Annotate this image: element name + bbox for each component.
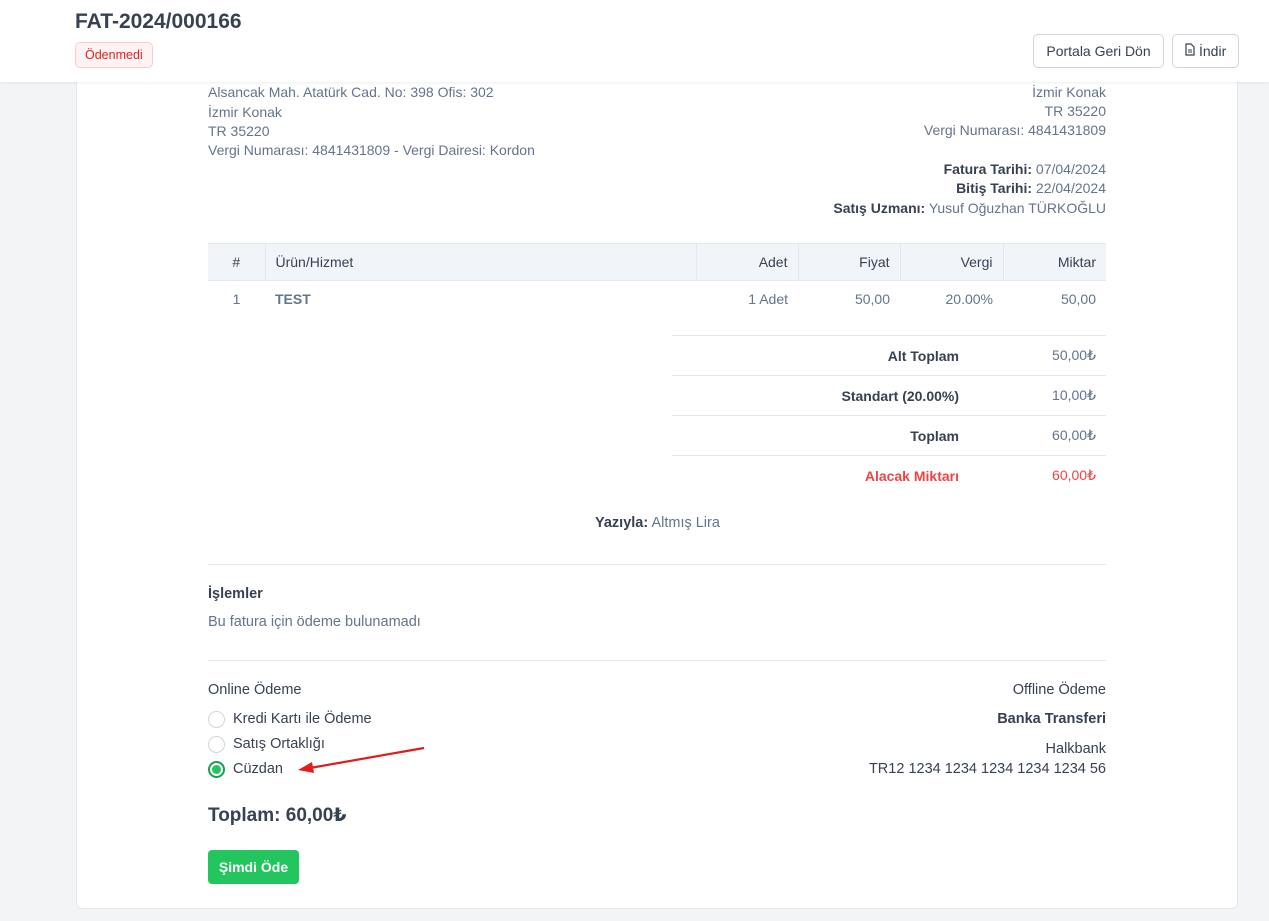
divider [208,660,1106,661]
col-tax: Vergi [899,243,1003,281]
totals-block: Alt Toplam 50,00₺ Standart (20.00%) 10,0… [672,335,1106,495]
subtotal-label: Alt Toplam [887,347,959,364]
buyer-tax: Vergi Numarası: 4841431809 [923,122,1106,138]
amount-due-value: 60,00₺ [1052,467,1096,483]
amount-in-words: Yazıyla: Altmış Lira [595,514,720,533]
payment-total: Toplam: 60,00₺ [208,805,347,826]
seller-postal: TR 35220 [208,123,270,139]
items-table: # Ürün/Hizmet Adet Fiyat Vergi Miktar 1 … [208,243,1106,317]
top-bar: FAT-2024/000166 Ödenmedi Portala Geri Dö… [0,0,1269,82]
total-label: Toplam [910,427,959,444]
subtotal-value: 50,00₺ [1052,347,1096,363]
amount-due-label: Alacak Miktarı [864,467,959,484]
status-badge: Ödenmedi [75,42,153,68]
annotation-arrow [298,746,425,773]
radio-wallet[interactable] [208,761,225,778]
tax-row: Standart (20.00%) 10,00₺ [672,375,1106,415]
col-qty: Adet [695,243,798,281]
row-qty: 1 Adet [748,290,788,307]
transactions-title: İşlemler [208,586,263,602]
divider [208,564,1106,565]
total-value: 60,00₺ [1052,427,1096,443]
buyer-city: İzmir Konak [1032,84,1106,100]
row-tax: 20.00% [945,290,993,307]
seller-tax: Vergi Numarası: 4841431809 - Vergi Daire… [208,142,535,158]
radio-credit-card[interactable] [208,711,225,728]
seller-address: Alsancak Mah. Atatürk Cad. No: 398 Ofis:… [208,84,494,100]
sales-rep-label: Satış Uzmanı: [833,200,926,216]
radio-credit-card-label[interactable]: Kredi Kartı ile Ödeme [233,711,372,727]
due-date-label: Bitiş Tarihi: [956,180,1033,196]
sales-rep: Satış Uzmanı: Yusuf Oğuzhan TÜRKOĞLU [833,199,1106,218]
radio-wallet-label[interactable]: Cüzdan [233,761,283,777]
tax-value: 10,00₺ [1052,387,1096,403]
download-button[interactable]: İndir [1172,34,1239,68]
row-product: TEST [275,290,311,307]
back-to-portal-button[interactable]: Portala Geri Dön [1033,34,1164,68]
radio-affiliate[interactable] [208,736,225,753]
in-words-value: Altmış Lira [651,515,720,531]
due-date: Bitiş Tarihi: 22/04/2024 [956,179,1106,198]
table-header-row: # Ürün/Hizmet Adet Fiyat Vergi Miktar [208,243,1106,281]
pdf-icon [1184,35,1196,67]
invoice-number: FAT-2024/000166 [75,10,242,33]
invoice-date: Fatura Tarihi: 07/04/2024 [944,160,1106,179]
due-date-value: 22/04/2024 [1035,180,1106,196]
tax-label: Standart (20.00%) [841,387,959,404]
sales-rep-value: Yusuf Oğuzhan TÜRKOĞLU [928,200,1106,216]
bank-name: Halkbank [1045,741,1106,757]
pay-now-button[interactable]: Şimdi Öde [208,850,299,884]
online-payment-title: Online Ödeme [208,682,302,698]
row-amount: 50,00 [1060,290,1096,307]
offline-payment-title: Offline Ödeme [1012,682,1106,698]
col-product: Ürün/Hizmet [264,243,696,281]
iban: TR12 1234 1234 1234 1234 1234 56 [868,761,1106,777]
total-row: Toplam 60,00₺ [672,415,1106,455]
seller-city: İzmir Konak [208,104,282,120]
invoice-date-label: Fatura Tarihi: [943,161,1033,177]
col-amount: Miktar [1002,243,1106,281]
in-words-label: Yazıyla: [595,515,649,531]
row-price: 50,00 [854,290,890,307]
amount-due-row: Alacak Miktarı 60,00₺ [672,455,1106,495]
bank-transfer-title: Banka Transferi [997,711,1106,727]
table-row: 1 TEST 1 Adet 50,00 20.00% 50,00 [208,281,1106,317]
invoice-date-value: 07/04/2024 [1035,161,1106,177]
col-number: # [208,243,265,281]
transactions-empty: Bu fatura için ödeme bulunamadı [208,614,421,630]
download-button-label: İndir [1199,43,1227,59]
subtotal-row: Alt Toplam 50,00₺ [672,335,1106,375]
buyer-postal: TR 35220 [1044,103,1106,119]
col-price: Fiyat [797,243,900,281]
row-number: 1 [232,290,241,307]
